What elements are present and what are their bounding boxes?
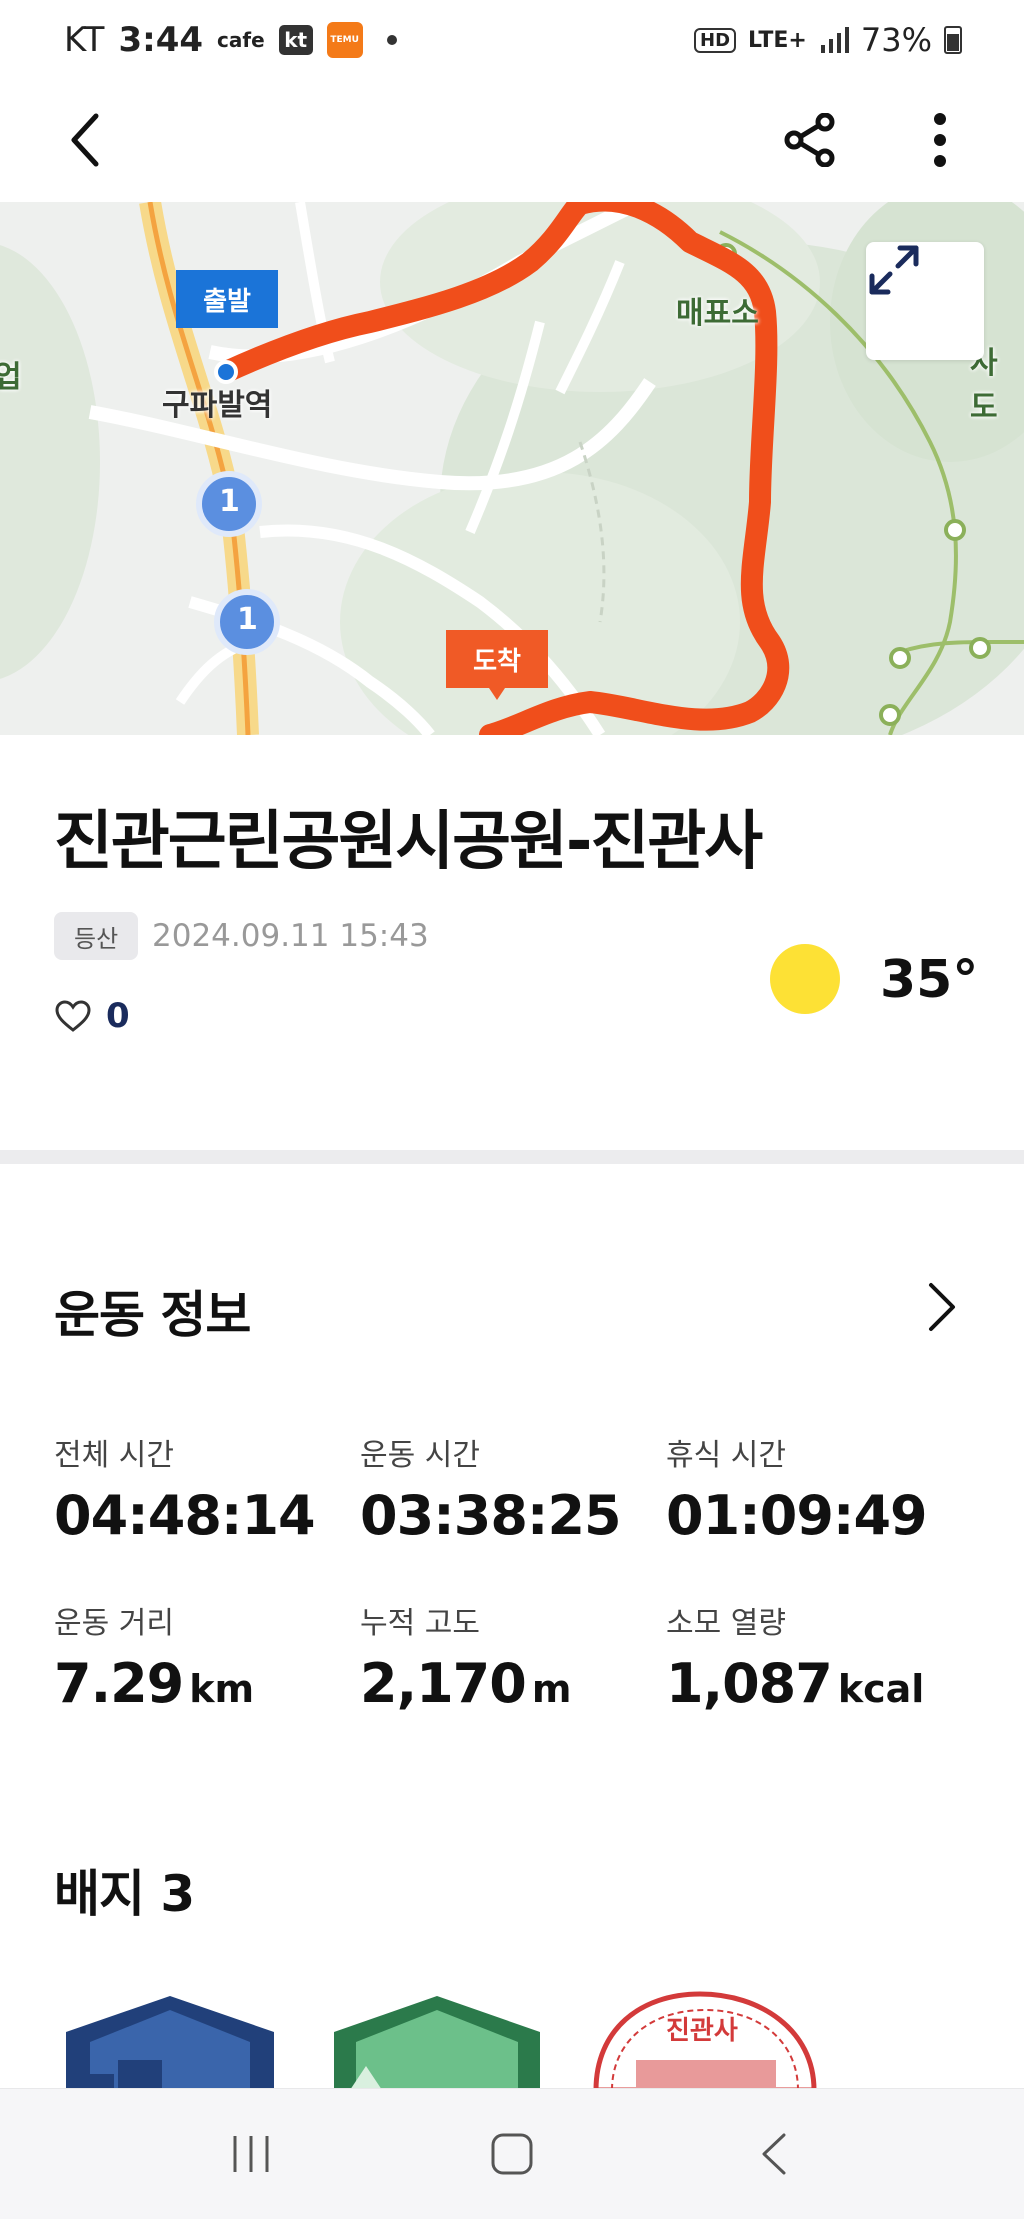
chevron-right-icon bbox=[929, 1283, 955, 1331]
share-icon bbox=[784, 113, 835, 167]
recents-icon bbox=[233, 2136, 269, 2172]
road-number-marker: 1 bbox=[237, 602, 258, 637]
category-tag: 등산 bbox=[54, 912, 139, 960]
battery-percent: 73% bbox=[860, 21, 932, 59]
share-button[interactable] bbox=[780, 110, 840, 170]
network-type: LTE+ bbox=[748, 27, 807, 53]
stat-number: 01:09:49 bbox=[666, 1484, 928, 1547]
stamp-text: 진관사 bbox=[666, 2016, 738, 2046]
temperature: 35° bbox=[880, 950, 979, 1010]
cafe-label: cafe bbox=[217, 28, 265, 52]
status-bar: KT 3:44 cafe kt TEMU HD LTE+ 73% bbox=[0, 0, 1024, 80]
road-number-marker: 1 bbox=[219, 484, 240, 519]
stat-unit: kcal bbox=[837, 1667, 925, 1711]
stat-label: 누적 고도 bbox=[360, 1606, 480, 1641]
more-options-button[interactable] bbox=[910, 110, 970, 170]
activity-title: 진관근린공원시공원-진관사 bbox=[54, 805, 763, 879]
system-nav-bar bbox=[0, 2088, 1024, 2219]
stat-unit: km bbox=[189, 1667, 255, 1711]
stat-calories: 소모 열량 1,087 kcal bbox=[666, 1598, 924, 1715]
back-icon bbox=[762, 2133, 786, 2175]
like-button[interactable]: 0 bbox=[54, 996, 130, 1036]
start-marker: 출발 bbox=[176, 270, 278, 328]
stat-exercise-time: 운동 시간 03:38:25 bbox=[360, 1430, 622, 1547]
stat-value: 04:48:14 bbox=[54, 1484, 316, 1547]
stat-label: 휴식 시간 bbox=[666, 1438, 786, 1473]
stat-number: 04:48:14 bbox=[54, 1484, 316, 1547]
stat-value: 03:38:25 bbox=[360, 1484, 622, 1547]
stat-value: 1,087 kcal bbox=[666, 1652, 924, 1715]
signal-icon bbox=[820, 27, 849, 53]
route-map[interactable]: 출발 도착 구파발역 매표소 사도 업 1 1 bbox=[0, 202, 1024, 735]
stat-value: 7.29 km bbox=[54, 1652, 254, 1715]
chevron-left-icon bbox=[71, 113, 99, 167]
stat-rest-time: 휴식 시간 01:09:49 bbox=[666, 1430, 928, 1547]
badge-mountain-green-icon bbox=[334, 1996, 540, 2090]
place-label: 매표소 bbox=[676, 296, 759, 331]
expand-map-button[interactable] bbox=[866, 242, 984, 360]
kt-app-icon: kt bbox=[278, 25, 313, 55]
stat-number: 03:38:25 bbox=[360, 1484, 622, 1547]
end-marker: 도착 bbox=[446, 630, 548, 700]
app-bar bbox=[0, 80, 1024, 202]
station-label: 구파발역 bbox=[162, 388, 273, 423]
badge-images bbox=[66, 1991, 817, 2090]
more-vertical-icon bbox=[934, 113, 946, 167]
exercise-info-title: 운동 정보 bbox=[54, 1286, 251, 1344]
place-label: 업 bbox=[0, 360, 22, 395]
back-button[interactable] bbox=[56, 110, 116, 170]
stat-label: 운동 시간 bbox=[360, 1438, 480, 1473]
stat-label: 소모 열량 bbox=[666, 1606, 786, 1641]
exercise-info-detail-button[interactable] bbox=[912, 1272, 972, 1342]
section-divider bbox=[0, 1150, 1024, 1164]
sun-icon bbox=[770, 944, 840, 1014]
stat-number: 2,170 bbox=[360, 1652, 527, 1715]
stat-number: 1,087 bbox=[666, 1652, 833, 1715]
status-right: HD LTE+ 73% bbox=[694, 21, 962, 59]
home-button[interactable] bbox=[467, 2109, 557, 2199]
stat-elevation: 누적 고도 2,170 m bbox=[360, 1598, 571, 1715]
stat-total-time: 전체 시간 04:48:14 bbox=[54, 1430, 316, 1547]
battery-icon bbox=[944, 26, 962, 54]
badge-mountain-blue-icon bbox=[66, 1996, 274, 2090]
stat-unit: m bbox=[531, 1667, 572, 1711]
expand-icon bbox=[869, 245, 919, 295]
notification-dot-icon bbox=[386, 35, 397, 45]
home-icon bbox=[491, 2133, 533, 2175]
clock: 3:44 bbox=[118, 20, 204, 60]
stat-number: 7.29 bbox=[54, 1652, 184, 1715]
recents-button[interactable] bbox=[206, 2109, 296, 2199]
stat-label: 운동 거리 bbox=[54, 1606, 174, 1641]
system-back-button[interactable] bbox=[728, 2109, 818, 2199]
hd-voice-icon: HD bbox=[694, 27, 737, 53]
temu-app-icon: TEMU bbox=[326, 22, 363, 58]
like-count: 0 bbox=[106, 996, 130, 1036]
stat-distance: 운동 거리 7.29 km bbox=[54, 1598, 254, 1715]
badge-list: 진관사 bbox=[0, 1990, 1024, 2090]
status-left: KT 3:44 cafe kt TEMU bbox=[64, 20, 397, 60]
stat-label: 전체 시간 bbox=[54, 1438, 174, 1473]
stat-value: 2,170 m bbox=[360, 1652, 571, 1715]
activity-datetime: 2024.09.11 15:43 bbox=[152, 918, 429, 954]
stat-value: 01:09:49 bbox=[666, 1484, 928, 1547]
carrier-label: KT bbox=[64, 20, 105, 60]
heart-icon bbox=[55, 1000, 91, 1032]
badges-title: 배지 3 bbox=[54, 1865, 195, 1923]
